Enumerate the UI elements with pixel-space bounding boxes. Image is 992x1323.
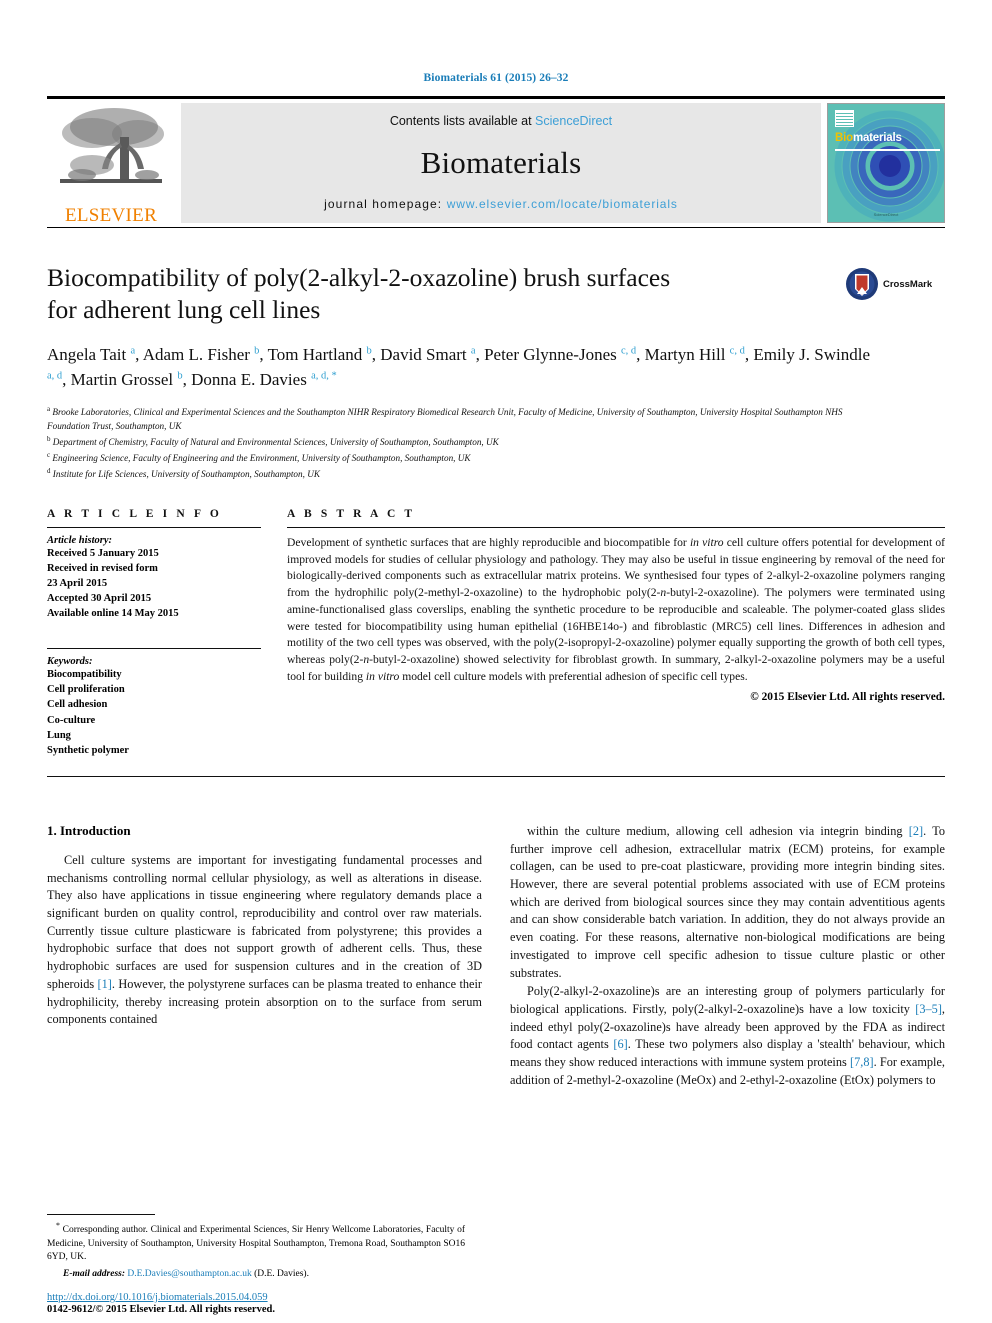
article-history-list: Received 5 January 2015 Received in revi… [47,546,261,622]
body-columns: 1. Introduction Cell culture systems are… [47,823,945,1090]
affiliation-text: Engineering Science, Faculty of Engineer… [52,452,471,463]
history-item: Received 5 January 2015 [47,547,159,559]
abstract-bottom-rule [47,775,945,777]
body-column-right: within the culture medium, allowing cell… [510,823,945,1090]
footnote-block: * Corresponding author. Clinical and Exp… [47,1213,465,1281]
introduction-heading: 1. Introduction [47,822,131,838]
crossmark-label: CrossMark [883,278,933,290]
affiliation-text: Brooke Laboratories, Clinical and Experi… [47,406,843,431]
article-info-heading: A R T I C L E I N F O [47,507,222,520]
doi-link[interactable]: http://dx.doi.org/10.1016/j.biomaterials… [47,1292,477,1303]
elsevier-wordmark: ELSEVIER [64,205,158,226]
affiliation-list: a Brooke Laboratories, Clinical and Expe… [47,404,877,482]
article-title-line-1: Biocompatibility of poly(2-alkyl-2-oxazo… [47,263,671,292]
abstract-heading: A B S T R A C T [287,507,416,520]
corresponding-author-note: * Corresponding author. Clinical and Exp… [47,1220,465,1263]
history-item: Available online 14 May 2015 [47,608,179,620]
affiliation-mark: c [47,450,51,459]
keyword-item: Synthetic polymer [47,744,129,756]
contents-prefix: Contents lists available at [389,114,536,128]
homepage-prefix: journal homepage: [324,197,447,211]
article-info-column: A R T I C L E I N F O Article history: R… [47,508,261,758]
contents-available-line: Contents lists available at ScienceDirec… [390,114,612,128]
history-item: 23 April 2015 [47,577,108,589]
journal-name: Biomaterials [420,144,582,180]
abstract-divider [287,526,945,528]
title-block: Biocompatibility of poly(2-alkyl-2-oxazo… [47,262,945,482]
cover-journal-title: Biomaterials [835,132,902,144]
article-info-divider [47,526,261,528]
crossmark-icon [846,268,878,300]
affiliation-mark: a [47,404,51,413]
affiliation-mark: d [47,466,51,475]
keyword-item: Biocompatibility [47,669,122,681]
cover-title-bio: Bio [835,132,853,144]
intro-paragraph-right-2: Poly(2-alkyl-2-oxazoline)s are an intere… [510,984,945,1087]
info-abstract-section: A R T I C L E I N F O Article history: R… [47,508,945,758]
keyword-item: Cell proliferation [47,684,125,696]
footnote-divider [47,1213,155,1215]
cover-title-rest: materials [852,132,902,144]
affiliation-text: Department of Chemistry, Faculty of Natu… [52,436,499,447]
affiliation-text: Institute for Life Sciences, University … [52,468,320,479]
affiliation-item: a Brooke Laboratories, Clinical and Expe… [47,404,877,434]
keywords-list: Biocompatibility Cell proliferation Cell… [47,667,261,758]
intro-paragraph-left: Cell culture systems are important for i… [47,852,483,1027]
history-item: Accepted 30 April 2015 [47,593,152,605]
masthead-bottom-rule [47,227,945,228]
keywords-label: Keywords: [47,656,93,668]
cover-divider [835,149,940,151]
journal-homepage-link[interactable]: www.elsevier.com/locate/biomaterials [447,197,678,211]
body-column-left: 1. Introduction Cell culture systems are… [47,823,482,1090]
affiliation-item: d Institute for Life Sciences, Universit… [47,466,877,482]
article-history-label: Article history: [47,534,113,546]
email-address-label: E-mail address: [63,1268,126,1279]
keyword-item: Cell adhesion [47,699,108,711]
affiliation-mark: b [47,434,51,443]
journal-article-page: Biomaterials 61 (2015) 26–32 ELSEVIER Co… [0,0,992,1323]
issn-copyright-line: 0142-9612/© 2015 Elsevier Ltd. All right… [47,1304,275,1315]
abstract-column: A B S T R A C T Development of synthetic… [287,508,945,758]
email-owner: (D.E. Davies). [254,1268,309,1279]
cover-publisher-mark-icon [835,110,854,127]
keyword-item: Lung [47,729,71,741]
page-title: Biocompatibility of poly(2-alkyl-2-oxazo… [47,262,747,326]
elsevier-logo: ELSEVIER [47,99,175,227]
sciencedirect-link[interactable]: ScienceDirect [535,114,612,128]
journal-cover-thumbnail[interactable]: Biomaterials ScienceDirect [827,103,945,223]
journal-homepage-line: journal homepage: www.elsevier.com/locat… [324,197,678,211]
affiliation-item: c Engineering Science, Faculty of Engine… [47,450,877,466]
masthead-center-panel: Contents lists available at ScienceDirec… [181,103,821,223]
keywords-divider [47,648,261,650]
history-item: Received in revised form [47,562,158,574]
crossmark-badge[interactable]: CrossMark [845,264,945,304]
intro-paragraph-right-1: within the culture medium, allowing cell… [510,823,945,980]
author-list: Angela Tait a, Adam L. Fisher b, Tom Har… [47,345,870,389]
corresponding-email-link[interactable]: D.E.Davies@southampton.ac.uk [127,1269,251,1279]
cover-footer-text: ScienceDirect [873,212,899,217]
email-note: E-mail address: D.E.Davies@southampton.a… [47,1268,465,1281]
journal-masthead: ELSEVIER Contents lists available at Sci… [47,96,945,227]
article-title-line-2: for adherent lung cell lines [47,295,321,325]
affiliation-item: b Department of Chemistry, Faculty of Na… [47,434,877,450]
abstract-copyright: © 2015 Elsevier Ltd. All rights reserved… [750,690,945,703]
elsevier-tree-icon [60,108,164,183]
doi-block: http://dx.doi.org/10.1016/j.biomaterials… [47,1292,477,1315]
abstract-text: Development of synthetic surfaces that a… [287,535,945,684]
keyword-item: Co-culture [47,714,96,726]
running-head: Biomaterials 61 (2015) 26–32 [423,72,569,84]
